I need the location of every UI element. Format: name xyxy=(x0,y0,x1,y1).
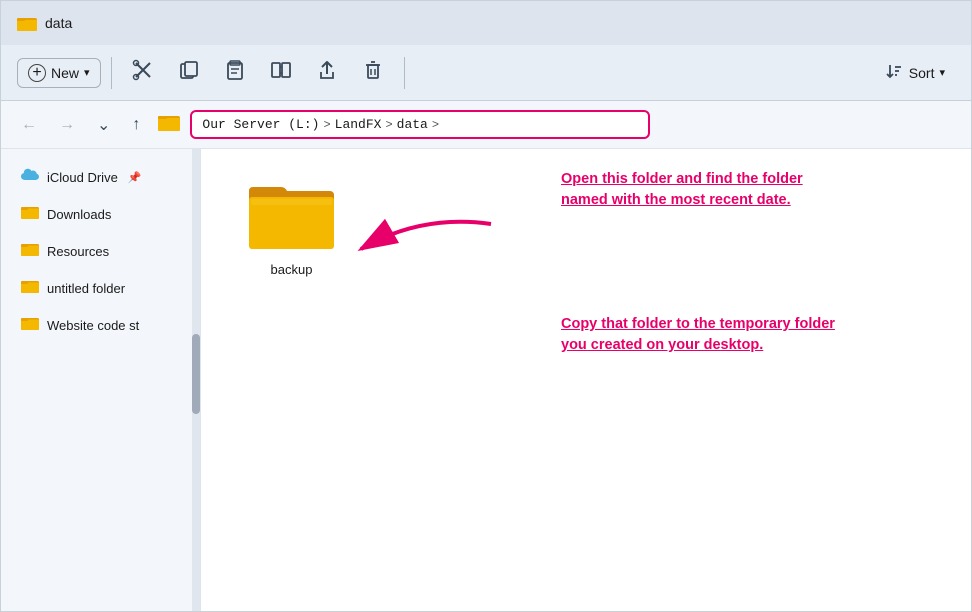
new-label: New xyxy=(51,65,79,81)
new-dropdown-icon: ▾ xyxy=(84,66,90,79)
cut-button[interactable] xyxy=(122,53,164,92)
address-bar-row: ← → ⌄ ↑ Our Server (L:) > LandFX > data … xyxy=(1,101,971,149)
paste-icon xyxy=(224,59,246,86)
sidebar-item-untitled[interactable]: untitled folder xyxy=(5,270,196,306)
downloads-folder-icon xyxy=(21,204,39,224)
website-code-folder-icon xyxy=(21,315,39,335)
sidebar: iCloud Drive 📌 Downloads xyxy=(1,149,201,611)
paste-button[interactable] xyxy=(214,53,256,92)
annotation-text-2: Copy that folder to the temporary folder… xyxy=(561,314,851,356)
untitled-folder-label: untitled folder xyxy=(47,281,125,296)
backup-folder-icon xyxy=(249,177,334,254)
rename-button[interactable] xyxy=(260,53,302,92)
sidebar-scrollbar-thumb[interactable] xyxy=(192,334,200,414)
up-button[interactable]: ↑ xyxy=(124,112,148,138)
address-bar[interactable]: Our Server (L:) > LandFX > data > xyxy=(190,110,650,139)
folder-item-backup[interactable]: backup xyxy=(241,169,342,285)
title-bar: data xyxy=(1,1,971,45)
cut-icon xyxy=(132,59,154,86)
sidebar-item-website-code[interactable]: Website code st xyxy=(5,307,196,343)
dropdown-nav-icon: ⌄ xyxy=(97,117,110,134)
sort-dropdown-icon: ▾ xyxy=(939,66,945,79)
rename-icon xyxy=(270,59,292,86)
breadcrumb-landfx: LandFX xyxy=(335,117,382,132)
annotation-arrow xyxy=(341,204,501,264)
toolbar-divider-2 xyxy=(404,57,405,89)
pin-icon: 📌 xyxy=(128,171,142,184)
cloud-icon xyxy=(21,168,39,187)
sidebar-scrollbar-track[interactable] xyxy=(192,149,200,611)
forward-icon: → xyxy=(59,116,75,133)
content-area: iCloud Drive 📌 Downloads xyxy=(1,149,971,611)
sidebar-item-icloud-drive[interactable]: iCloud Drive 📌 xyxy=(5,160,196,195)
window-title: data xyxy=(45,15,72,31)
copy-button[interactable] xyxy=(168,53,210,92)
copy-icon xyxy=(178,59,200,86)
resources-label: Resources xyxy=(47,244,109,259)
file-explorer-window: data + New ▾ xyxy=(0,0,972,612)
website-code-label: Website code st xyxy=(47,318,139,333)
delete-icon xyxy=(362,59,384,86)
share-button[interactable] xyxy=(306,53,348,92)
back-icon: ← xyxy=(21,116,37,133)
sort-label: Sort xyxy=(909,65,935,81)
dropdown-nav-button[interactable]: ⌄ xyxy=(89,111,118,139)
sort-icon xyxy=(884,61,904,84)
icloud-drive-label: iCloud Drive xyxy=(47,170,118,185)
new-plus-icon: + xyxy=(28,64,46,82)
sidebar-item-downloads[interactable]: Downloads xyxy=(5,196,196,232)
breadcrumb-sep-1: > xyxy=(323,118,330,132)
breadcrumb-server: Our Server (L:) xyxy=(202,117,319,132)
backup-label: backup xyxy=(271,262,313,277)
sort-button[interactable]: Sort ▾ xyxy=(874,55,955,90)
back-button[interactable]: ← xyxy=(13,112,45,138)
share-icon xyxy=(316,59,338,86)
forward-button[interactable]: → xyxy=(51,112,83,138)
resources-folder-icon xyxy=(21,241,39,261)
toolbar: + New ▾ xyxy=(1,45,971,101)
breadcrumb-data: data xyxy=(397,117,428,132)
annotation-text-1: Open this folder and find the folder nam… xyxy=(561,169,851,211)
new-button[interactable]: + New ▾ xyxy=(17,58,101,88)
up-icon: ↑ xyxy=(132,116,140,133)
file-area: backup Open this folder and find the fol… xyxy=(201,149,971,611)
sidebar-item-resources[interactable]: Resources xyxy=(5,233,196,269)
delete-button[interactable] xyxy=(352,53,394,92)
downloads-label: Downloads xyxy=(47,207,111,222)
toolbar-divider-1 xyxy=(111,57,112,89)
untitled-folder-icon xyxy=(21,278,39,298)
address-folder-icon xyxy=(158,113,180,137)
title-folder-icon xyxy=(17,15,37,31)
breadcrumb-sep-3: > xyxy=(432,118,439,132)
breadcrumb-sep-2: > xyxy=(385,118,392,132)
